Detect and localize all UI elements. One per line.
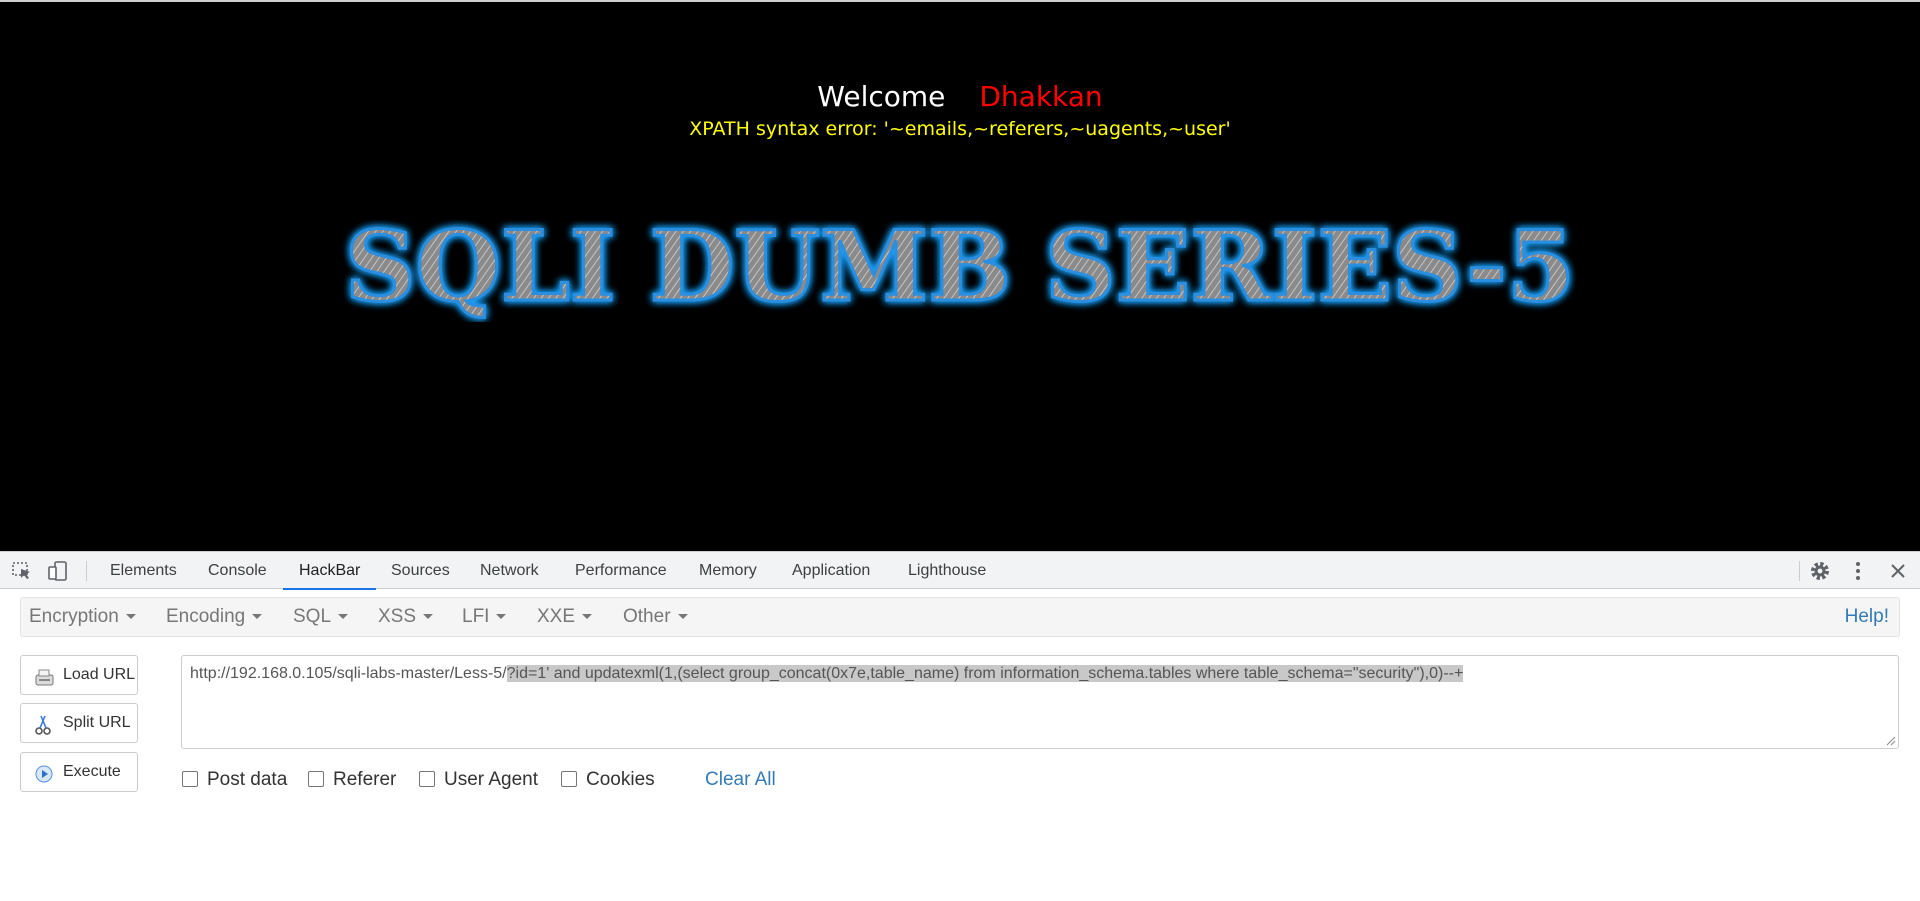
split-url-label: Split URL (63, 714, 131, 731)
url-base-text: http://192.168.0.105/sqli-labs-master/Le… (190, 665, 507, 682)
device-toolbar-icon[interactable] (47, 560, 69, 582)
clear-all-link[interactable]: Clear All (705, 769, 776, 791)
post-data-checkbox[interactable]: Post data (182, 769, 287, 791)
menu-label: XXE (537, 606, 576, 627)
tab-sources[interactable]: Sources (375, 552, 466, 589)
help-link[interactable]: Help! (1845, 598, 1889, 636)
checkbox-box[interactable] (308, 771, 324, 787)
menu-label: Encoding (166, 606, 246, 627)
caret-down-icon (423, 614, 434, 620)
menu-label: XSS (378, 606, 417, 627)
load-url-label: Load URL (63, 666, 136, 683)
scissors-icon (35, 715, 51, 735)
menu-other[interactable]: Other (623, 598, 688, 636)
tab-performance[interactable]: Performance (559, 552, 683, 589)
inspect-element-icon[interactable] (11, 560, 33, 582)
welcome-text: Welcome (817, 80, 946, 113)
checkbox-box[interactable] (561, 771, 577, 787)
toolbar-divider (1799, 561, 1800, 581)
sqli-series-banner: SQLI DUMB SERIES-5 (344, 212, 1577, 322)
devtools-panel: Elements Console HackBar Sources Network… (0, 551, 1920, 901)
menu-label: LFI (462, 606, 490, 627)
load-url-icon (35, 669, 54, 686)
checkbox-label: Referer (333, 769, 397, 790)
resize-handle-icon[interactable] (1886, 736, 1896, 746)
xpath-error-message: XPATH syntax error: '~emails,~referers,~… (689, 118, 1231, 140)
user-agent-checkbox[interactable]: User Agent (419, 769, 538, 791)
checkbox-label: User Agent (444, 769, 538, 790)
menu-encoding[interactable]: Encoding (166, 598, 263, 636)
caret-down-icon (252, 614, 263, 620)
tab-elements[interactable]: Elements (94, 552, 193, 589)
url-textarea[interactable]: http://192.168.0.105/sqli-labs-master/Le… (181, 655, 1899, 749)
menu-sql[interactable]: SQL (293, 598, 349, 636)
caret-down-icon (338, 614, 349, 620)
execute-label: Execute (63, 763, 121, 780)
tab-lighthouse[interactable]: Lighthouse (892, 552, 1002, 589)
cookies-checkbox[interactable]: Cookies (561, 769, 655, 791)
gear-icon[interactable] (1809, 560, 1831, 582)
menu-lfi[interactable]: LFI (462, 598, 507, 636)
play-icon (35, 765, 53, 783)
close-icon[interactable] (1887, 560, 1909, 582)
hackbar-menu-bar: Encryption Encoding SQL XSS LFI XXE Othe… (20, 597, 1900, 637)
menu-label: Other (623, 606, 671, 627)
checkbox-box[interactable] (419, 771, 435, 787)
tab-network[interactable]: Network (464, 552, 555, 589)
caret-down-icon (496, 614, 507, 620)
checkbox-box[interactable] (182, 771, 198, 787)
menu-encryption[interactable]: Encryption (29, 598, 136, 636)
menu-xxe[interactable]: XXE (537, 598, 593, 636)
tab-memory[interactable]: Memory (683, 552, 773, 589)
execute-button[interactable]: Execute (20, 752, 138, 792)
split-url-button[interactable]: Split URL (20, 703, 138, 743)
menu-label: SQL (293, 606, 332, 627)
caret-down-icon (677, 614, 688, 620)
page-viewport: Welcome Dhakkan XPATH syntax error: '~ema… (0, 0, 1920, 551)
referer-checkbox[interactable]: Referer (308, 769, 396, 791)
tab-console[interactable]: Console (192, 552, 283, 589)
checkbox-label: Cookies (586, 769, 655, 790)
menu-xss[interactable]: XSS (378, 598, 434, 636)
devtools-tabbar: Elements Console HackBar Sources Network… (0, 551, 1920, 590)
menu-label: Encryption (29, 606, 119, 627)
toolbar-divider (86, 561, 87, 581)
load-url-button[interactable]: Load URL (20, 655, 138, 695)
caret-down-icon (582, 614, 593, 620)
tab-application[interactable]: Application (776, 552, 886, 589)
more-vertical-icon[interactable] (1847, 560, 1869, 582)
tab-hackbar[interactable]: HackBar (283, 552, 377, 590)
welcome-line: Welcome Dhakkan (0, 80, 1920, 113)
banner-text: SQLI DUMB SERIES-5 (345, 212, 1575, 322)
caret-down-icon (125, 614, 136, 620)
checkbox-label: Post data (207, 769, 288, 790)
url-selected-text: ?id=1' and updatexml(1,(select group_con… (506, 665, 1464, 682)
welcome-name: Dhakkan (979, 80, 1103, 113)
